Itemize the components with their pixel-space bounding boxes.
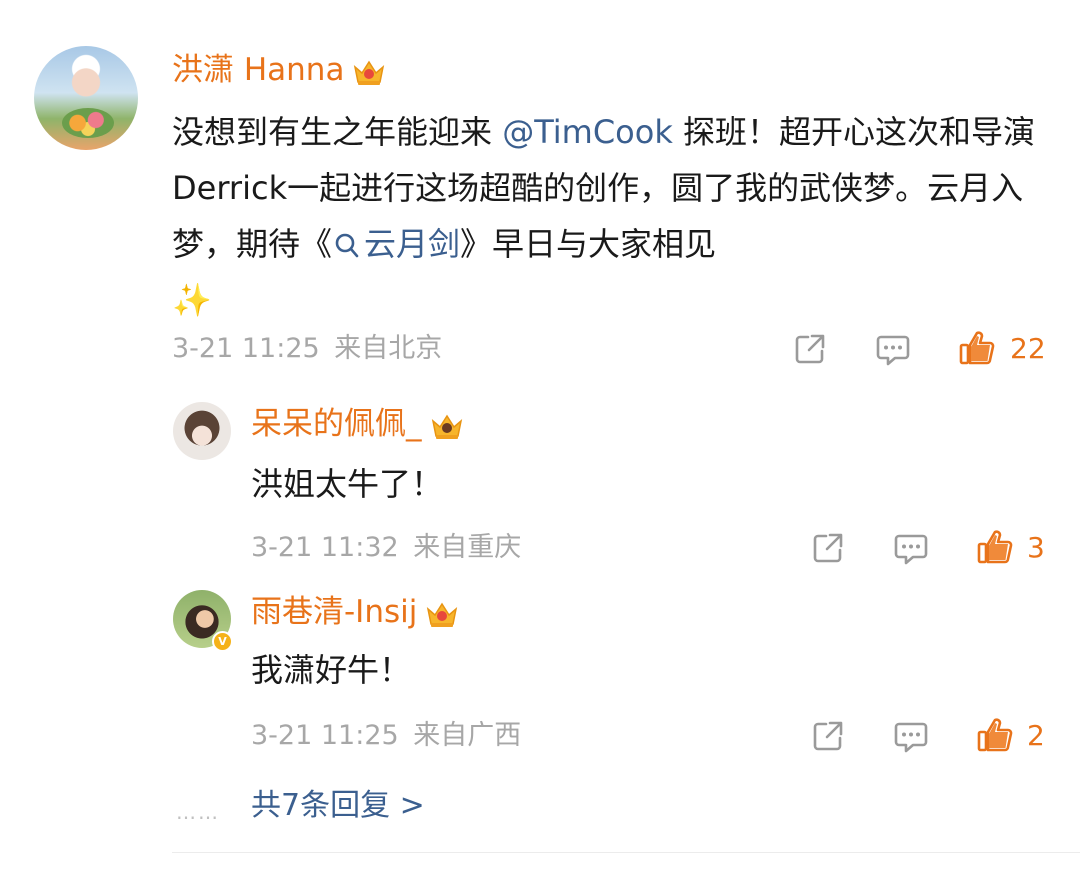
post-author-name[interactable]: 洪潇 Hanna [172,50,386,90]
comment-meta: 3-21 11:32 来自重庆 [251,531,521,565]
comment-icon[interactable] [893,530,929,566]
topic-label: 云月剑 [364,225,461,263]
comment-time: 3-21 11:32 [251,532,399,563]
thumbs-up-icon[interactable] [958,329,996,367]
comment-author-avatar[interactable] [173,402,231,460]
share-icon[interactable] [810,718,846,754]
topic-link[interactable]: 云月剑 [332,225,460,263]
thumbs-up-icon[interactable] [976,528,1014,566]
comment-location: 来自重庆 [413,532,522,563]
comment-meta: 3-21 11:25 来自广西 [251,719,521,753]
post-author-avatar[interactable] [34,46,138,150]
comment-icon[interactable] [893,718,929,754]
comment-author-name-label: 雨巷清-Insij [251,594,418,630]
share-icon[interactable] [810,530,846,566]
post-meta: 3-21 11:25 来自北京 [172,332,442,366]
comment-text: 我潇好牛！ [251,651,412,689]
share-icon[interactable] [792,331,828,367]
post-location: 来自北京 [334,333,443,364]
reply-dots: …… [176,800,220,824]
comment-author-name-label: 呆呆的佩佩_ [251,406,422,442]
thumbs-up-icon[interactable] [976,716,1014,754]
mention-link[interactable]: @TimCook [502,113,673,151]
post-like-count: 22 [1010,332,1046,365]
post-time: 3-21 11:25 [172,333,320,364]
comment-text: 洪姐太牛了！ [251,465,444,503]
post-author-name-label: 洪潇 Hanna [172,52,345,88]
crown-icon [427,602,458,627]
comment-author-name[interactable]: 雨巷清-Insij [251,592,459,632]
post-text-part3: 》早日与大家相见 [460,225,717,263]
comment-like-count: 2 [1027,719,1045,752]
sparkles-emoji: ✨ [172,281,212,319]
avatar-flowers [62,108,114,138]
crown-icon [354,60,385,85]
view-replies-link[interactable]: 共7条回复 > [251,786,425,826]
divider [172,852,1080,853]
post-body: 没想到有生之年能迎来 @TimCook 探班！超开心这次和导演Derrick一起… [172,104,1052,328]
comment-time: 3-21 11:25 [251,720,399,751]
comment-like-count: 3 [1027,531,1045,564]
comment-author-name[interactable]: 呆呆的佩佩_ [251,404,464,444]
comment-location: 来自广西 [413,720,522,751]
post-text-part1: 没想到有生之年能迎来 [172,113,503,151]
comment-icon[interactable] [875,331,911,367]
crown-icon [431,414,462,439]
search-icon [335,233,359,258]
verified-badge-icon: V [212,631,233,652]
